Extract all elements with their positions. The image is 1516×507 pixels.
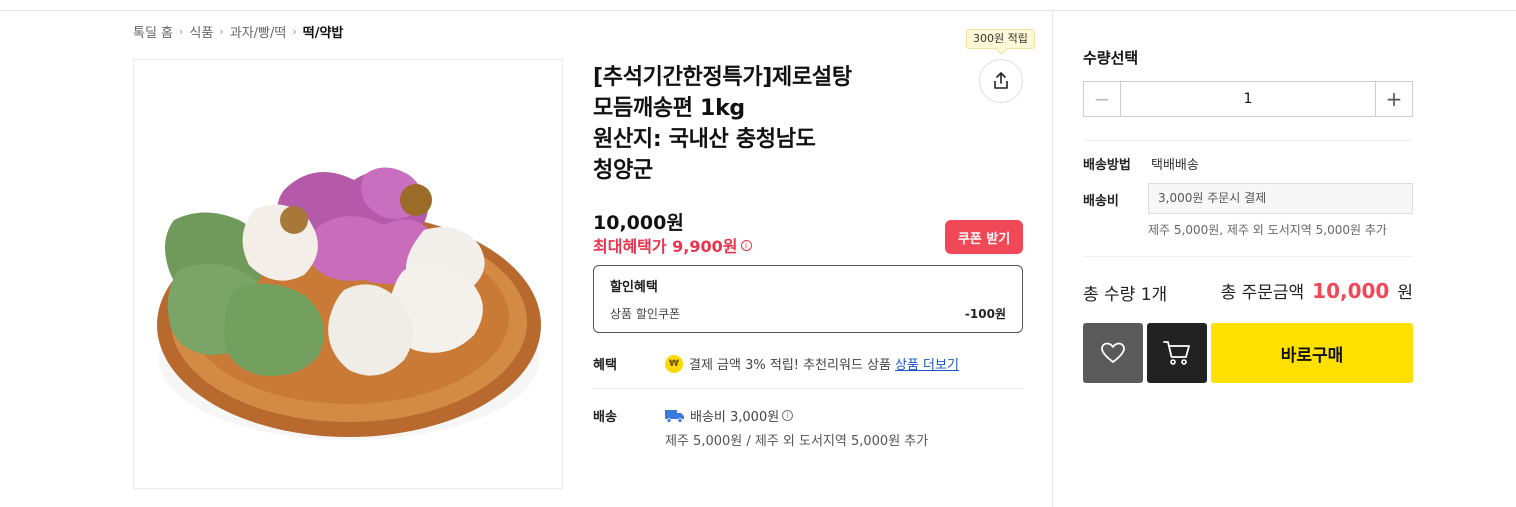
top-border (0, 10, 1516, 11)
product-title-line: 청양군 (593, 158, 653, 183)
breadcrumb-home[interactable]: 톡딜 홈 (133, 22, 173, 41)
wishlist-button[interactable] (1083, 323, 1143, 383)
heart-icon (1101, 342, 1125, 363)
product-image[interactable] (133, 59, 563, 489)
breadcrumb-snack[interactable]: 과자/빵/떡 (230, 22, 287, 41)
songpyeon-plate-image (157, 167, 541, 440)
ship-method-value: 택배배송 (1151, 158, 1199, 173)
discount-title: 할인혜택 (610, 280, 658, 295)
ship-fee-note: 제주 5,000원, 제주 외 도서지역 5,000원 추가 (1148, 223, 1387, 237)
total-amount-unit: 원 (1397, 283, 1413, 303)
total-amount: 총 주문금액 10,000 원 (1221, 278, 1413, 303)
benefit-text: 결제 금액 3% 적립! 추천리워드 상품 (689, 358, 891, 373)
discount-item-label: 상품 할인쿠폰 (610, 307, 681, 321)
divider (1083, 140, 1413, 141)
shipping-label: 배송 (593, 410, 617, 425)
total-quantity: 총 수량 1개 (1083, 285, 1168, 305)
share-button[interactable] (979, 59, 1023, 103)
product-title-line: 원산지: 국내산 충청남도 (593, 127, 816, 152)
quantity-label: 수량선택 (1083, 49, 1139, 67)
product-title: [추석기간한정특가]제로설탕 모듬깨송편 1kg 원산지: 국내산 충청남도 청… (593, 62, 933, 186)
shipping-sub-text: 제주 5,000원 / 제주 외 도서지역 5,000원 추가 (665, 434, 929, 449)
info-icon[interactable]: i (782, 410, 794, 421)
discount-box: 할인혜택 상품 할인쿠폰 -100원 (593, 265, 1023, 333)
quantity-value[interactable]: 1 (1121, 82, 1375, 116)
panel-divider (1052, 11, 1053, 507)
benefit-label: 혜택 (593, 358, 617, 373)
ship-fee-label: 배송비 (1083, 194, 1119, 209)
points-badge: 300원 적립 (966, 29, 1035, 49)
ship-method-label: 배송방법 (1083, 158, 1131, 173)
minus-icon[interactable]: − (1084, 82, 1121, 116)
divider (1083, 256, 1413, 257)
truck-icon (665, 409, 684, 423)
coin-icon: ₩ (665, 354, 683, 373)
total-amount-label: 총 주문금액 (1220, 283, 1305, 303)
max-benefit-price: 최대혜택가 9,900원 i (593, 233, 752, 257)
breadcrumb-current[interactable]: 떡/약밥 (303, 22, 344, 41)
cart-button[interactable] (1147, 323, 1207, 383)
chevron-right-icon: › (179, 25, 184, 38)
discount-item-value: -100원 (964, 307, 1006, 321)
ship-fee-select[interactable]: 3,000원 주문시 결제 (1148, 183, 1413, 214)
more-products-link[interactable]: 상품 더보기 (895, 354, 959, 373)
buy-now-button[interactable]: 바로구매 (1211, 323, 1413, 383)
shipping-fee-text: 배송비 3,000원 (690, 410, 780, 425)
shipping-row: 배송비 3,000원 i (665, 406, 794, 425)
product-title-line: [추석기간한정특가]제로설탕 (593, 65, 852, 90)
chevron-right-icon: › (292, 25, 297, 38)
plus-icon[interactable]: + (1375, 82, 1412, 116)
breadcrumb-food[interactable]: 식품 (189, 22, 213, 41)
info-icon[interactable]: i (740, 239, 752, 251)
benefit-row: ₩ 결제 금액 3% 적립! 추천리워드 상품 상품 더보기 (665, 354, 959, 373)
product-price: 10,000원 (593, 212, 684, 234)
discount-row: 상품 할인쿠폰 -100원 (610, 305, 1006, 322)
divider (593, 388, 1023, 389)
quantity-stepper: − 1 + (1083, 81, 1413, 117)
chevron-right-icon: › (219, 25, 224, 38)
total-amount-value: 10,000 (1312, 279, 1390, 303)
breadcrumb: 톡딜 홈 › 식품 › 과자/빵/떡 › 떡/약밥 (133, 22, 343, 41)
product-title-line: 모듬깨송편 1kg (593, 96, 745, 121)
share-icon (994, 72, 1008, 89)
coupon-button[interactable]: 쿠폰 받기 (945, 220, 1023, 254)
max-benefit-text: 최대혜택가 9,900원 (593, 237, 738, 256)
cart-icon (1163, 341, 1190, 365)
